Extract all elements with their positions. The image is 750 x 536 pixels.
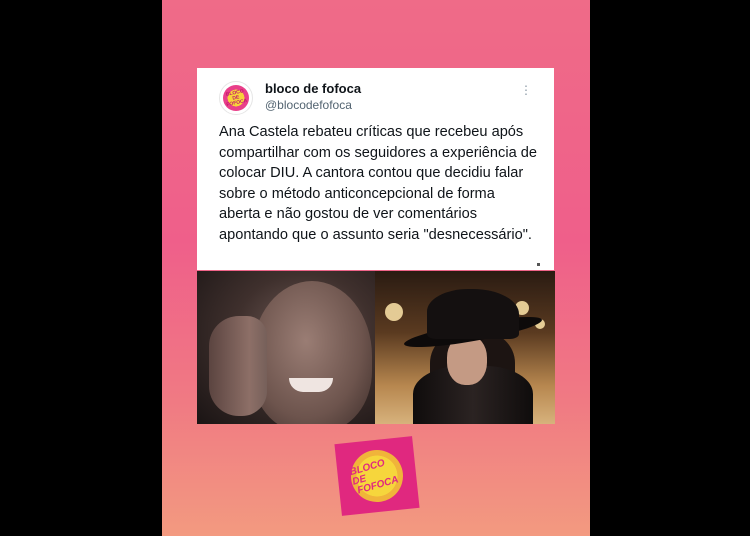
user-handle[interactable]: @blocodefofoca xyxy=(265,98,352,112)
avatar-logo-text: BLOCO DE FOFOCA xyxy=(225,87,248,108)
photo-face xyxy=(252,281,372,424)
more-options-icon[interactable]: ⋮ xyxy=(520,84,532,96)
bloco-de-fofoca-sticker[interactable]: BLOCO DE FOFOCA xyxy=(334,436,420,516)
sticker-burst: BLOCO DE FOFOCA xyxy=(348,447,406,505)
photo-cowboy-hat[interactable] xyxy=(375,271,555,424)
display-name[interactable]: bloco de fofoca xyxy=(265,81,361,96)
photo-selfie[interactable] xyxy=(197,271,375,424)
photo-hand xyxy=(209,316,267,416)
avatar[interactable]: BLOCO DE FOFOCA xyxy=(219,81,253,115)
media-indicator xyxy=(537,263,540,266)
tweet-text: Ana Castela rebateu críticas que recebeu… xyxy=(219,124,537,243)
avatar-logo: BLOCO DE FOFOCA xyxy=(223,85,249,111)
light-bokeh xyxy=(385,303,403,321)
cowboy-hat xyxy=(427,289,519,339)
story-canvas: BLOCO DE FOFOCA bloco de fofoca @blocode… xyxy=(162,0,590,536)
tweet-card: BLOCO DE FOFOCA bloco de fofoca @blocode… xyxy=(197,68,554,270)
